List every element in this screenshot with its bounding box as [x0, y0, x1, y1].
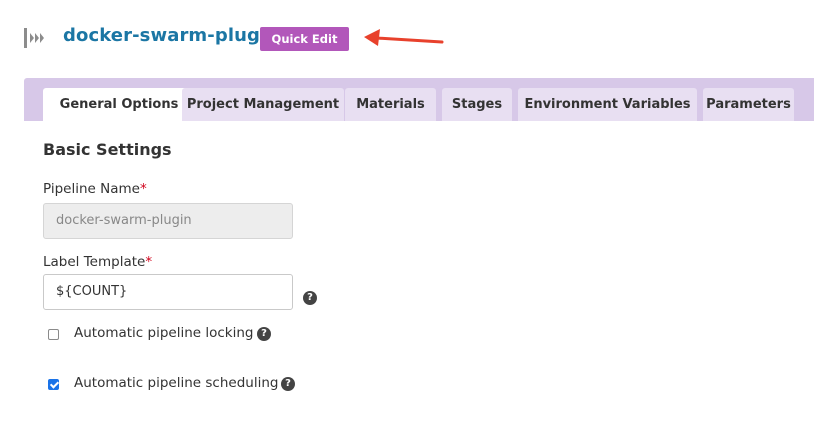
auto-scheduling-label: Automatic pipeline scheduling — [74, 375, 279, 391]
pipeline-name-input: docker-swarm-plugin — [43, 203, 293, 239]
auto-locking-label: Automatic pipeline locking — [74, 325, 254, 341]
auto-locking-help-icon[interactable]: ? — [257, 327, 271, 341]
label-template-label: Label Template* — [43, 254, 153, 270]
pipeline-name-label: Pipeline Name* — [43, 181, 147, 197]
auto-scheduling-checkbox[interactable] — [48, 379, 59, 390]
tab-stages[interactable]: Stages — [442, 88, 512, 121]
label-template-input[interactable]: ${COUNT} — [43, 274, 293, 310]
tab-bar: General Options Project Management Mater… — [24, 78, 814, 121]
arrow-annotation-icon — [364, 29, 444, 46]
auto-scheduling-help-icon[interactable]: ? — [281, 377, 295, 391]
tab-environment-variables[interactable]: Environment Variables — [518, 88, 697, 121]
auto-locking-checkbox[interactable] — [48, 329, 59, 340]
quick-edit-button[interactable]: Quick Edit — [260, 27, 349, 51]
required-marker: * — [145, 254, 153, 270]
section-title: Basic Settings — [43, 140, 172, 159]
required-marker: * — [139, 181, 147, 197]
tab-project-management[interactable]: Project Management — [182, 88, 344, 121]
tab-parameters[interactable]: Parameters — [703, 88, 794, 121]
pipeline-icon — [24, 28, 44, 48]
pipeline-title[interactable]: docker-swarm-plugin — [63, 25, 279, 46]
tab-general-options[interactable]: General Options — [43, 88, 195, 121]
page-header: docker-swarm-plugin Quick Edit — [0, 0, 814, 78]
label-template-help-icon[interactable]: ? — [303, 291, 317, 305]
tab-materials[interactable]: Materials — [345, 88, 436, 121]
